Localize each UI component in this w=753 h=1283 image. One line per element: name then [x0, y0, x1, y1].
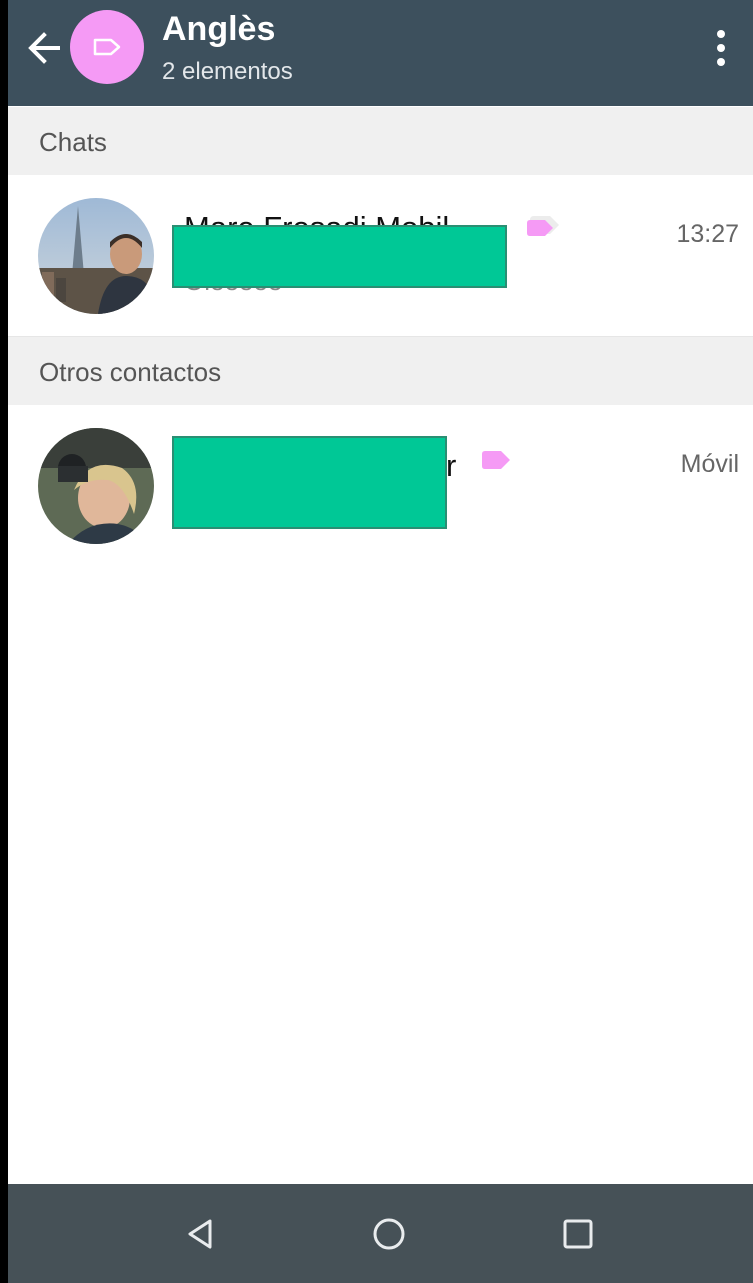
nav-recents-button[interactable]	[552, 1208, 604, 1260]
more-vertical-icon-dot	[717, 58, 725, 66]
more-vertical-icon-dot	[717, 44, 725, 52]
nav-back-button[interactable]	[174, 1208, 226, 1260]
avatar	[38, 198, 154, 314]
phone-type-label: Móvil	[680, 450, 739, 478]
avatar	[38, 428, 154, 544]
list-item[interactable]: r Móvil	[8, 406, 753, 566]
section-label: Chats	[39, 127, 107, 157]
label-tag-icon	[527, 216, 559, 236]
label-tag	[524, 214, 562, 245]
label-icon	[93, 38, 121, 56]
label-avatar[interactable]	[70, 10, 144, 84]
system-navigation-bar	[8, 1184, 753, 1283]
circle-home-icon	[373, 1218, 405, 1250]
screen: Anglès 2 elementos Chats 13:27 Otros con…	[8, 0, 753, 1283]
label-tag-icon	[482, 451, 510, 469]
timestamp: 13:27	[676, 220, 739, 248]
section-label: Otros contactos	[39, 357, 222, 387]
more-vertical-icon-dot	[717, 30, 725, 38]
page-subtitle: 2 elementos	[162, 58, 293, 85]
redaction-box	[172, 225, 507, 288]
back-button[interactable]	[22, 26, 66, 70]
nav-home-button[interactable]	[363, 1208, 415, 1260]
label-tag	[480, 448, 514, 477]
section-header-other-contacts: Otros contactos	[8, 337, 753, 405]
more-options-button[interactable]	[706, 24, 736, 72]
triangle-back-icon	[188, 1219, 212, 1249]
arrow-left-icon	[28, 32, 60, 64]
square-recents-icon	[563, 1219, 593, 1249]
list-item[interactable]: Mare Fresadi Mobil Oleeeee 13:27	[8, 176, 753, 337]
contact-name: r	[446, 448, 457, 483]
app-bar: Anglès 2 elementos	[8, 0, 753, 106]
section-header-chats: Chats	[8, 107, 753, 175]
redaction-box	[172, 436, 447, 529]
page-title: Anglès	[162, 10, 276, 48]
